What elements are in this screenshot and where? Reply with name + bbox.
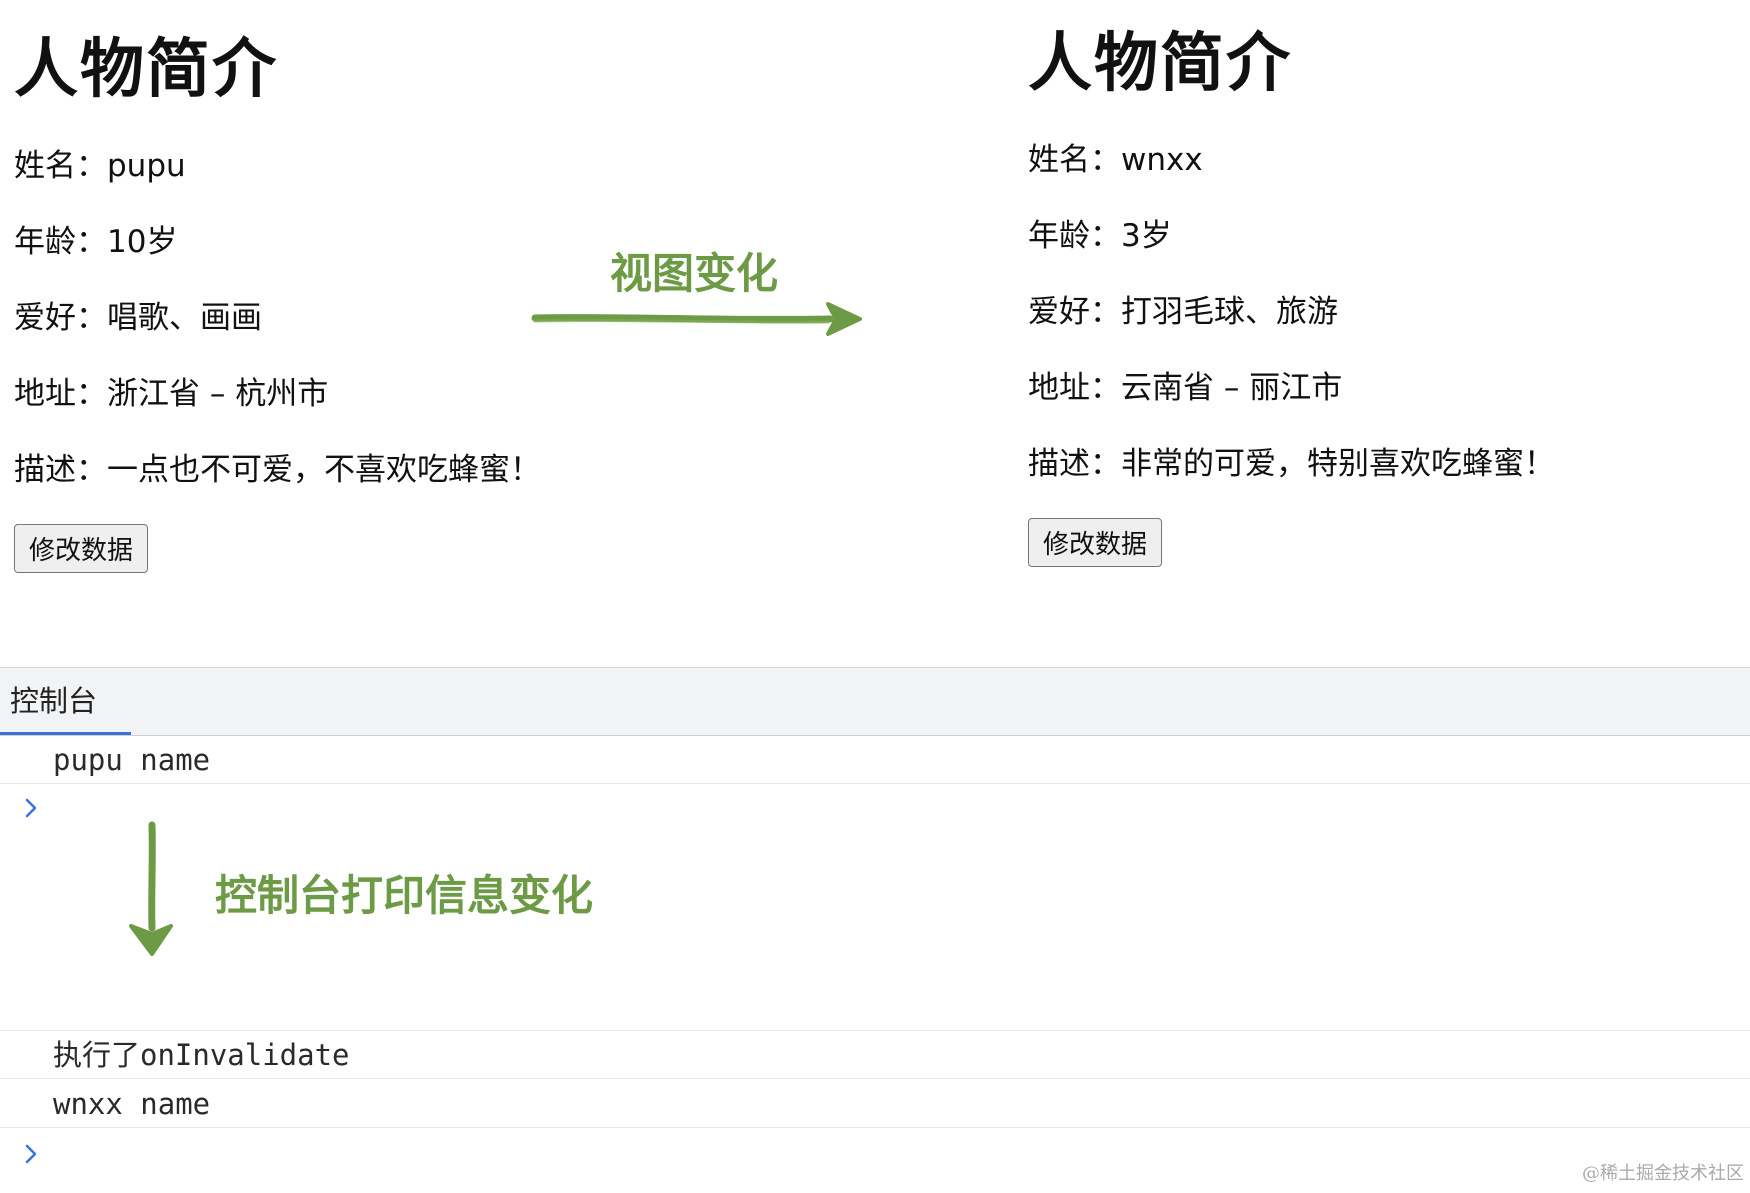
console-tabbar: 控制台 [0, 667, 1750, 736]
log-line: 执行了onInvalidate [0, 1030, 1750, 1079]
console-change-label: 控制台打印信息变化 [215, 871, 594, 920]
address-line: 地址：浙江省 – 杭州市 [14, 376, 329, 412]
description-line: 描述：非常的可爱，特别喜欢吃蜂蜜！ [1028, 446, 1555, 482]
right-arrow-icon [531, 302, 862, 336]
age-line: 年龄：3岁 [1028, 218, 1172, 254]
down-arrow-icon [129, 821, 173, 956]
page-title: 人物简介 [1028, 27, 1292, 101]
tab-console[interactable]: 控制台 [0, 668, 131, 735]
name-line: 姓名：wnxx [1028, 142, 1203, 178]
profile-after: 人物简介 姓名：wnxx 年龄：3岁 爱好：打羽毛球、旅游 地址：云南省 – 丽… [1028, 0, 1748, 567]
log-line: wnxx name [0, 1080, 1750, 1128]
hobby-line: 爱好：打羽毛球、旅游 [1028, 294, 1338, 330]
page-title: 人物简介 [14, 33, 278, 107]
chevron-right-icon[interactable] [22, 796, 40, 820]
log-line: pupu name [0, 737, 1750, 784]
chevron-right-icon[interactable] [22, 1142, 40, 1166]
address-line: 地址：云南省 – 丽江市 [1028, 370, 1343, 406]
modify-data-button[interactable]: 修改数据 [1028, 518, 1163, 567]
modify-data-button[interactable]: 修改数据 [14, 524, 149, 573]
watermark: @稀土掘金技术社区 [1582, 1163, 1744, 1184]
name-line: 姓名：pupu [14, 148, 186, 184]
description-line: 描述：一点也不可爱，不喜欢吃蜂蜜！ [14, 452, 541, 488]
